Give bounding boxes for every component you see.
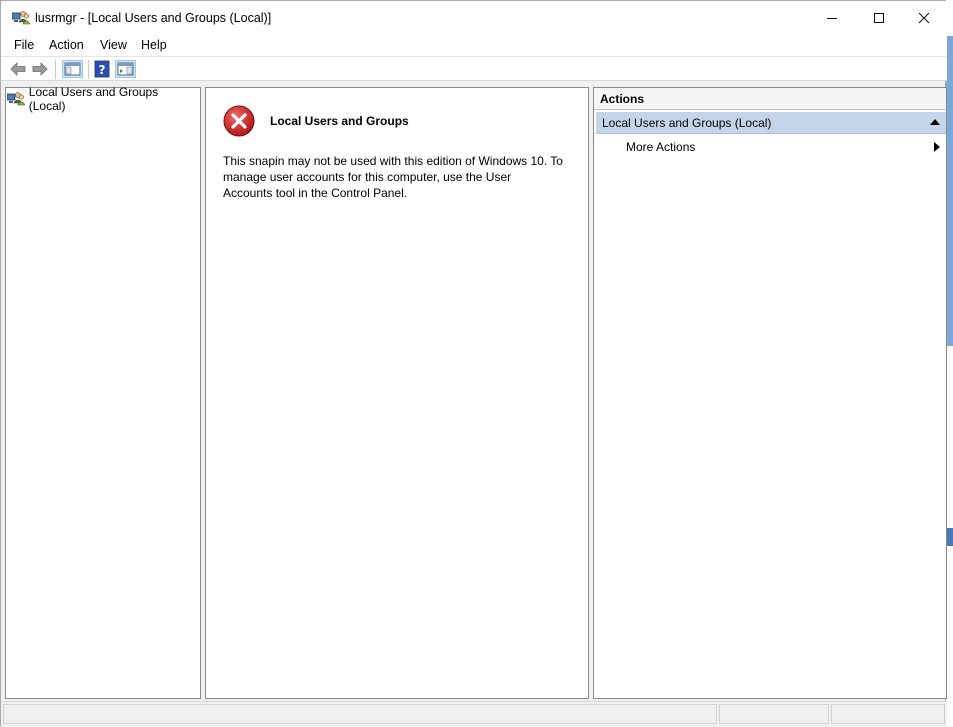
status-bar — [1, 701, 947, 727]
minimize-button[interactable] — [809, 1, 855, 35]
forward-arrow-icon[interactable] — [31, 60, 49, 78]
actions-pane: Actions Local Users and Groups (Local) M… — [593, 87, 947, 699]
show-hide-console-tree-button[interactable] — [62, 60, 83, 78]
console-tree-pane: Local Users and Groups (Local) — [5, 85, 201, 699]
window-title: lusrmgr - [Local Users and Groups (Local… — [35, 11, 272, 25]
show-hide-console-tree-icon — [64, 62, 81, 76]
actions-section-label: Local Users and Groups (Local) — [602, 116, 772, 130]
menu-view[interactable]: View — [100, 38, 127, 52]
status-cell — [3, 704, 717, 724]
collapse-up-icon[interactable] — [930, 119, 940, 125]
menu-file[interactable]: File — [14, 38, 34, 52]
help-icon[interactable]: ? — [94, 60, 112, 78]
status-cell — [831, 704, 945, 724]
show-hide-action-pane-icon — [117, 62, 134, 76]
mmc-window: lusrmgr - [Local Users and Groups (Local… — [0, 0, 947, 727]
background-window-edge — [946, 0, 953, 726]
minimize-icon — [827, 18, 837, 19]
maximize-button[interactable] — [856, 1, 902, 35]
tree-item-label: Local Users and Groups (Local) — [28, 84, 159, 113]
back-arrow-icon[interactable] — [9, 60, 27, 78]
show-hide-action-pane-button[interactable] — [115, 60, 136, 78]
tree-item-local-users-and-groups[interactable]: Local Users and Groups (Local) — [7, 85, 200, 113]
more-actions-item[interactable]: More Actions — [596, 136, 946, 158]
menu-help[interactable]: Help — [141, 38, 167, 52]
toolbar: ? — [1, 56, 947, 81]
users-computer-icon — [12, 11, 30, 25]
close-icon — [918, 12, 930, 24]
svg-text:?: ? — [99, 63, 106, 77]
actions-section-header[interactable]: Local Users and Groups (Local) — [596, 112, 946, 134]
close-button[interactable] — [901, 1, 947, 35]
actions-header-label: Actions — [600, 92, 645, 106]
maximize-icon — [874, 13, 884, 23]
menu-action[interactable]: Action — [49, 38, 84, 52]
submenu-arrow-icon — [934, 142, 940, 152]
more-actions-label: More Actions — [626, 140, 696, 154]
users-computer-icon — [7, 91, 25, 105]
error-title: Local Users and Groups — [270, 114, 409, 128]
status-cell — [719, 704, 829, 724]
error-message: This snapin may not be used with this ed… — [223, 154, 563, 200]
title-bar: lusrmgr - [Local Users and Groups (Local… — [1, 1, 947, 35]
error-icon — [223, 105, 255, 137]
menu-bar: File Action View Help — [1, 35, 947, 56]
actions-header: Actions — [594, 88, 946, 110]
result-pane: Local Users and Groups This snapin may n… — [205, 87, 589, 699]
